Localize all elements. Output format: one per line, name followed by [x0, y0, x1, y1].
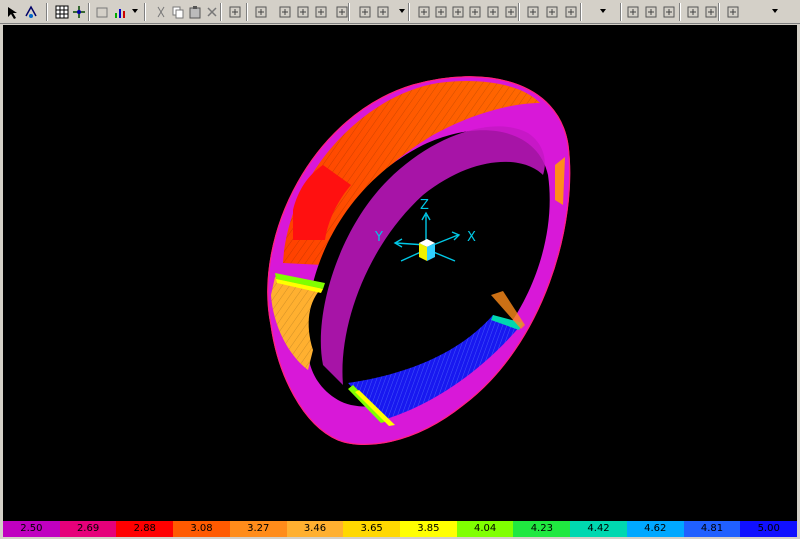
legend-value-label: 2.50 — [20, 523, 43, 534]
axis-label-z: Z — [420, 198, 429, 213]
legend-cell: 4.23 — [513, 521, 571, 537]
legend-cell: 4.81 — [683, 521, 741, 537]
legend-cell: 3.27 — [229, 521, 287, 537]
legend-value-label: 4.62 — [644, 523, 667, 534]
legend-value-label: 4.42 — [587, 523, 610, 534]
copy-icon[interactable] — [169, 3, 187, 21]
node-numbering-icon[interactable] — [226, 3, 244, 21]
legend-cell: 4.04 — [456, 521, 514, 537]
results-plot-icon[interactable] — [111, 3, 129, 21]
main-toolbar — [0, 0, 800, 24]
paste-icon[interactable] — [186, 3, 204, 21]
dropdown-arrow-icon[interactable] — [600, 9, 606, 13]
legend-cell: 3.85 — [400, 521, 457, 537]
legend-value-label: 2.88 — [133, 523, 156, 534]
dimension-icon[interactable] — [415, 3, 433, 21]
cut-icon[interactable] — [152, 3, 170, 21]
mesh-icon[interactable] — [624, 3, 642, 21]
element-grid-icon[interactable] — [252, 3, 270, 21]
dropdown-arrow-icon[interactable] — [772, 9, 778, 13]
legend-cell: 5.00 — [740, 521, 798, 537]
toolbar-separator — [144, 3, 146, 21]
legend-cell: 2.50 — [3, 521, 60, 537]
axis-label-x: X — [467, 230, 476, 245]
toolbar-separator — [46, 3, 48, 21]
dropdown-arrow-icon[interactable] — [399, 9, 405, 13]
frame-icon[interactable] — [312, 3, 330, 21]
edit-icon[interactable] — [642, 3, 660, 21]
select-pointer-icon[interactable] — [4, 3, 22, 21]
display-options-icon[interactable] — [724, 3, 742, 21]
axis-label-y: Y — [374, 230, 383, 245]
toolbar-separator — [220, 3, 222, 21]
spring-icon[interactable] — [466, 3, 484, 21]
tools-icon[interactable] — [562, 3, 580, 21]
toolbar-separator — [88, 3, 90, 21]
legend-cell: 3.46 — [286, 521, 344, 537]
legend-cell: 2.69 — [59, 521, 117, 537]
legend-value-label: 3.65 — [360, 523, 383, 534]
legend-cell: 3.08 — [173, 521, 230, 537]
new-model-icon[interactable] — [93, 3, 111, 21]
toolbar-separator — [246, 3, 248, 21]
width-icon[interactable] — [449, 3, 467, 21]
toolbar-separator — [518, 3, 520, 21]
legend-cell: 2.88 — [116, 521, 174, 537]
toolbar-separator — [620, 3, 622, 21]
legend-value-label: 3.08 — [190, 523, 213, 534]
settings-icon[interactable] — [684, 3, 702, 21]
legend-cell: 4.62 — [626, 521, 684, 537]
legend-value-label: 5.00 — [757, 523, 780, 534]
axis-origin-cube — [419, 239, 435, 261]
legend-value-label: 4.04 — [473, 523, 497, 534]
stairs-icon[interactable] — [524, 3, 542, 21]
model-viewport[interactable]: Z Y X — [3, 25, 797, 521]
toolbar-separator — [348, 3, 350, 21]
legend-value-label: 3.85 — [417, 523, 440, 534]
beam-icon[interactable] — [294, 3, 312, 21]
rotate-view-icon[interactable] — [22, 3, 40, 21]
legend-value-label: 3.27 — [247, 523, 270, 534]
span-icon[interactable] — [432, 3, 450, 21]
legend-value-label: 4.23 — [530, 523, 553, 534]
chart-icon[interactable] — [543, 3, 561, 21]
legend-cell: 4.42 — [570, 521, 627, 537]
ring-model-render: Z Y X — [267, 76, 571, 445]
report-icon[interactable] — [660, 3, 678, 21]
distribute-icon[interactable] — [374, 3, 392, 21]
coordinate-system-icon[interactable] — [70, 3, 88, 21]
link-icon[interactable] — [484, 3, 502, 21]
color-legend-bar: 2.50 2.69 2.88 3.08 3.27 3.46 3.65 3.85 4.04 4.23… — [3, 521, 798, 537]
legend-value-label: 4.81 — [700, 523, 724, 534]
legend-value-label: 3.46 — [303, 523, 327, 534]
legend-cell: 3.65 — [343, 521, 401, 537]
toolbar-separator — [408, 3, 410, 21]
dropdown-arrow-icon[interactable] — [132, 9, 138, 13]
toolbar-separator — [580, 3, 582, 21]
legend-value-label: 2.69 — [76, 523, 100, 534]
align-icon[interactable] — [356, 3, 374, 21]
delete-icon[interactable] — [203, 3, 221, 21]
toolbar-separator — [679, 3, 681, 21]
support-icon[interactable] — [276, 3, 294, 21]
mesh-grid-icon[interactable] — [53, 3, 71, 21]
toolbar-separator — [718, 3, 720, 21]
